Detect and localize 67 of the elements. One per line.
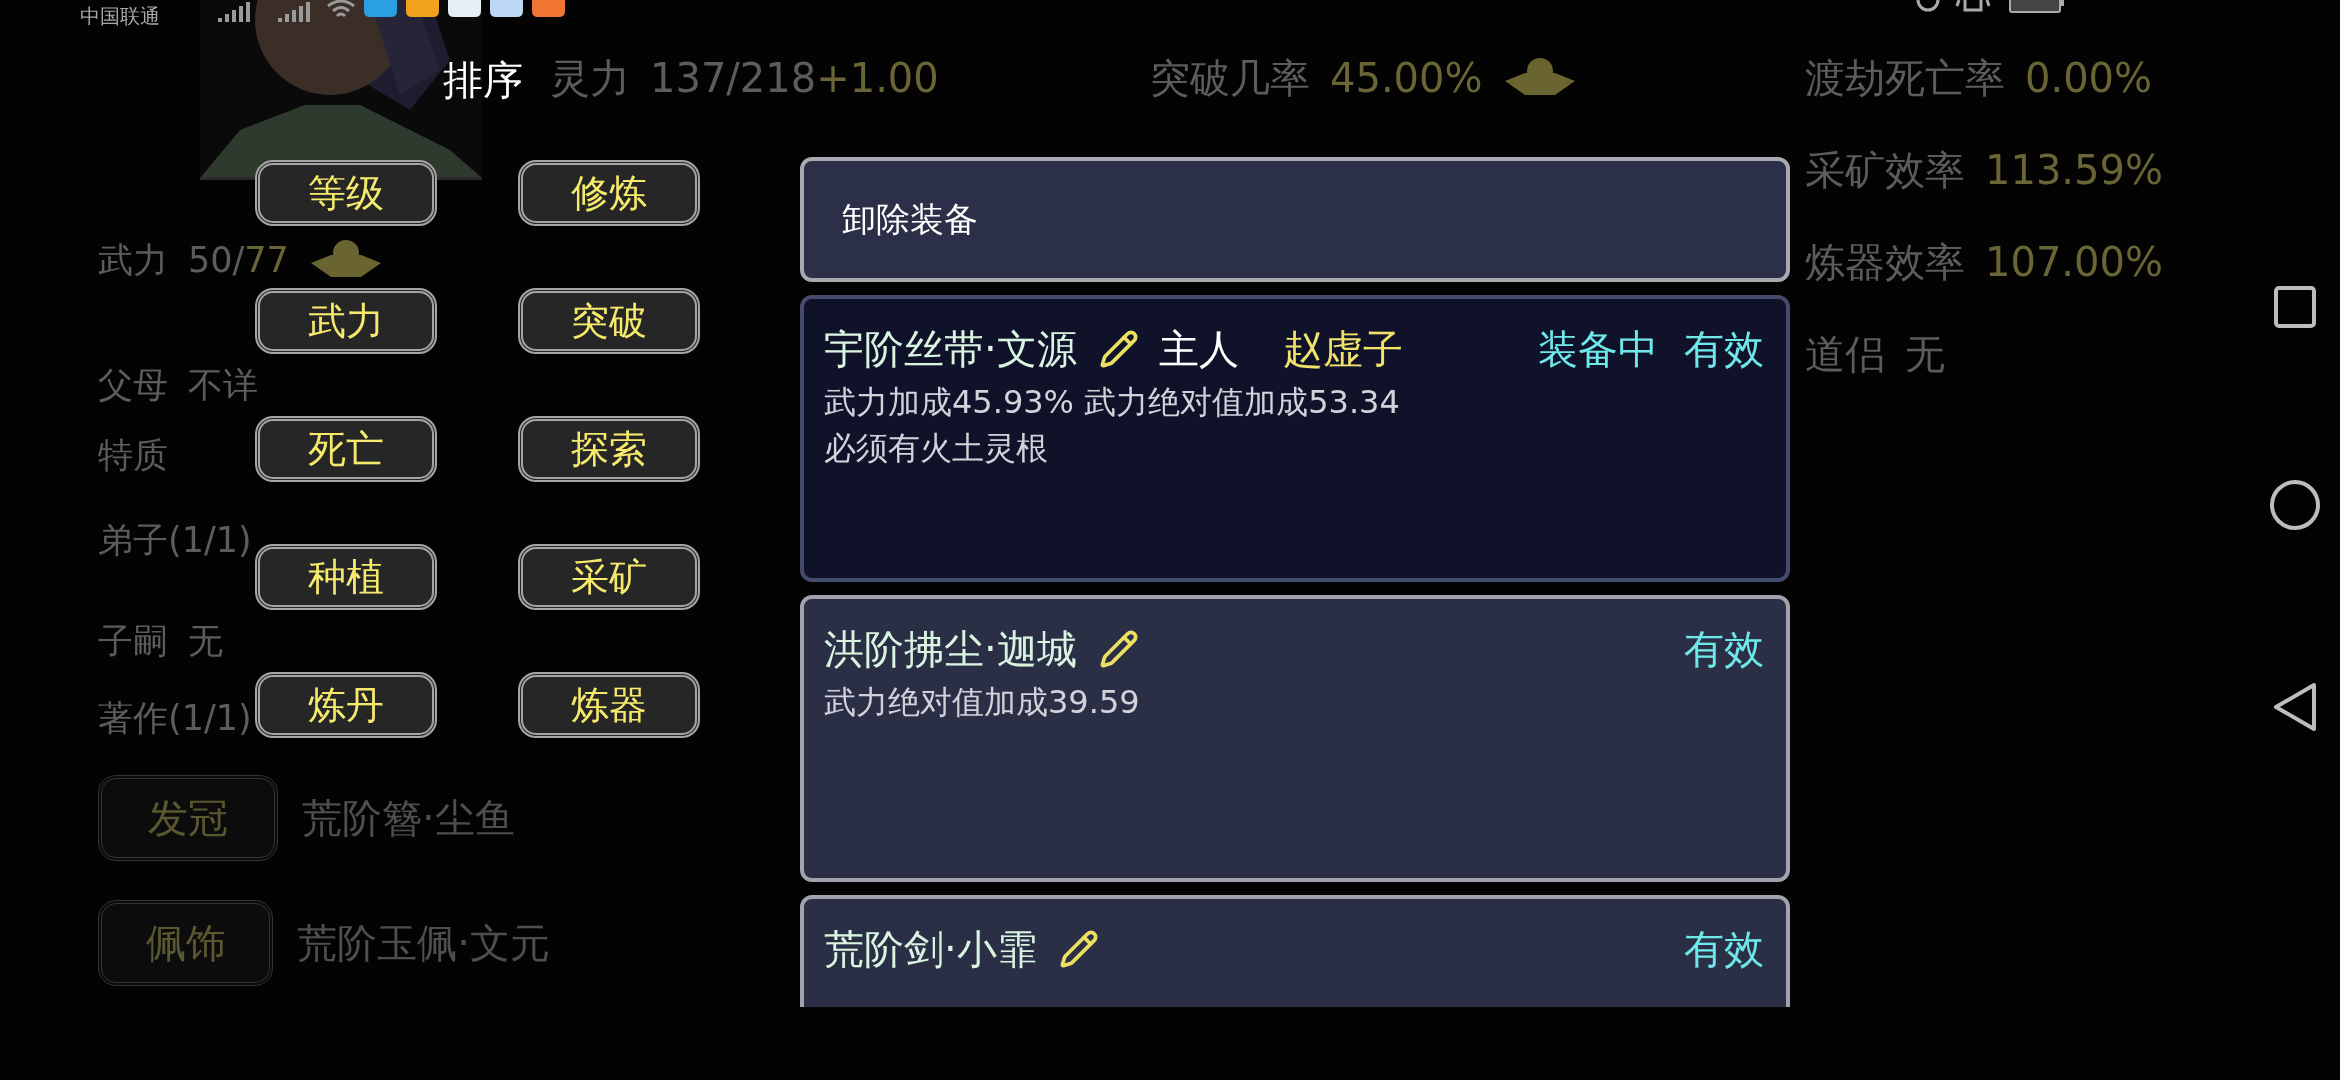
stat-label: 武力 (98, 239, 168, 281)
stat-value: 0.00% (2025, 54, 2153, 102)
owner-name: 赵虚子 (1282, 324, 1403, 374)
validity-status: 有效 (1684, 324, 1764, 374)
app-icon (532, 0, 565, 17)
item-effect-text: 武力绝对值加成39.59 (824, 682, 1141, 723)
signal-icon (278, 0, 312, 22)
stat-value: 50/77 (188, 239, 289, 281)
sort-option-button[interactable]: 修炼 (518, 160, 700, 226)
vibrate-icon (1955, 0, 1991, 14)
stat-value: 无 (1905, 330, 1945, 378)
sort-title: 排序 (442, 56, 523, 105)
sort-option-button[interactable]: 采矿 (518, 544, 700, 610)
alarm-icon (1915, 0, 1941, 14)
validity-status: 有效 (1684, 924, 1764, 974)
item-name: 洪阶拂尘·迦城 (824, 624, 1077, 674)
recents-icon[interactable] (2273, 285, 2317, 329)
back-icon[interactable] (2272, 681, 2318, 733)
item-name: 宇阶丝带·文源 (824, 324, 1077, 374)
item-name: 荒阶剑·小霏 (824, 924, 1037, 974)
slot-item: 荒阶簪·尘鱼 (302, 793, 515, 843)
signal-icon (218, 0, 252, 22)
equipment-card[interactable]: 洪阶拂尘·迦城 有效 武力绝对值加成39.59 (800, 595, 1790, 882)
sort-option-button[interactable]: 突破 (518, 288, 700, 354)
carrier-name: 中国联通 (80, 4, 160, 28)
stat-label: 子嗣 (98, 620, 168, 662)
sort-option-button[interactable]: 炼丹 (255, 672, 437, 738)
slot-item: 荒阶玉佩·文元 (297, 918, 550, 968)
stat-label: 著作(1/1) (98, 697, 252, 739)
stat-value: 113.59% (1985, 146, 2163, 194)
stat-value: 137/218+1.00 (650, 54, 939, 102)
stat-label: 特质 (98, 434, 168, 476)
stat-value: 107.00% (1985, 238, 2163, 286)
sort-option-button[interactable]: 武力 (255, 288, 437, 354)
sort-option-button[interactable]: 等级 (255, 160, 437, 226)
stat-label: 突破几率 (1150, 54, 1310, 102)
stat-value: 不详 (188, 364, 258, 406)
stat-label: 道侣 (1805, 330, 1885, 378)
equipment-card[interactable]: 荒阶剑·小霏 有效 (800, 895, 1790, 1007)
item-effect-text: 武力加成45.93% 武力绝对值加成53.34 (824, 382, 1401, 423)
stat-label: 灵力 (550, 54, 630, 102)
owner-label: 主人 (1158, 324, 1239, 374)
app-icon (364, 0, 397, 17)
app-icon (448, 0, 481, 17)
stat-label: 炼器效率 (1805, 238, 1965, 286)
pencil-icon[interactable] (1058, 929, 1099, 969)
stat-label: 渡劫死亡率 (1805, 54, 2005, 102)
pencil-icon[interactable] (1098, 329, 1139, 369)
stat-label: 弟子(1/1) (98, 519, 252, 561)
unequip-button[interactable]: 卸除装备 (800, 157, 1790, 282)
sort-option-button[interactable]: 种植 (255, 544, 437, 610)
equipment-card[interactable]: 宇阶丝带·文源 主人 赵虚子 装备中 有效 武力加成45.93% 武力绝对值加成53.34 必须有火土灵根 (800, 295, 1790, 582)
home-icon[interactable] (2269, 479, 2321, 531)
sort-option-button[interactable]: 死亡 (255, 416, 437, 482)
stat-label: 父母 (98, 364, 168, 406)
stat-value: 无 (188, 620, 223, 662)
app-icon (406, 0, 439, 17)
sort-option-button[interactable]: 炼器 (518, 672, 700, 738)
stat-label: 采矿效率 (1805, 146, 1965, 194)
item-effect-text: 必须有火土灵根 (824, 428, 1049, 469)
equip-status: 装备中 (1538, 324, 1658, 374)
pencil-icon[interactable] (1098, 629, 1139, 669)
battery-icon (2009, 0, 2065, 14)
validity-status: 有效 (1684, 624, 1764, 674)
sort-option-button[interactable]: 探索 (518, 416, 700, 482)
app-icon (490, 0, 523, 17)
stat-value: 45.00% (1330, 54, 1483, 102)
